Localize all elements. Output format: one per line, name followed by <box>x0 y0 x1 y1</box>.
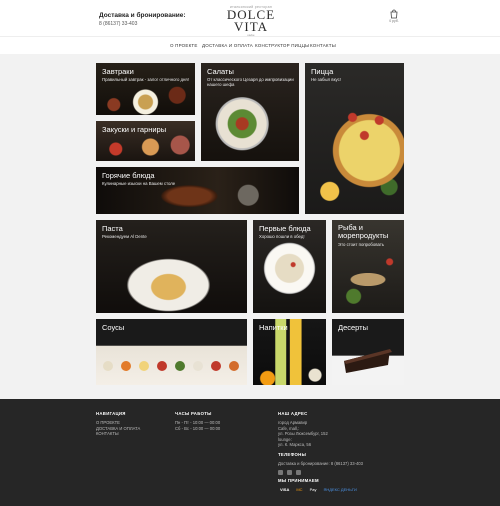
cart-icon <box>390 9 398 19</box>
category-salads[interactable]: Салаты От классического Цезаря до импров… <box>201 63 299 161</box>
address-line: ул. К. Маркса, 56 <box>278 442 312 448</box>
hours-weekdays: Пн - Пт - 10:00 — 00:00 <box>175 420 221 425</box>
main-nav: О ПРОЕКТЕ ДОСТАВКА И ОПЛАТА КОНСТРУКТОР … <box>0 36 500 54</box>
category-sauces[interactable]: Соусы <box>96 319 247 385</box>
tile-title: Салаты <box>207 67 234 76</box>
category-hot-dishes[interactable]: Горячие блюда Кулинарные изыски на Вашем… <box>96 167 299 214</box>
tile-desc: Рекомендуем Al Dente <box>102 234 147 239</box>
delivery-phone[interactable]: 8 (86137) 33-403 <box>99 21 186 27</box>
nav-delivery[interactable]: ДОСТАВКА И ОПЛАТА <box>202 43 253 48</box>
tile-title: Рыба и морепродукты <box>338 223 389 240</box>
yandex-money-logo: ЯНДЕКС ДЕНЬГИ <box>323 486 357 492</box>
tile-title: Пицца <box>311 67 334 76</box>
footer-link-contacts[interactable]: КОНТАКТЫ <box>96 431 140 437</box>
cart-button[interactable]: 0 руб. <box>387 9 401 23</box>
footer-hours: ЧАСЫ РАБОТЫ Пн - Пт - 10:00 — 00:00 Сб -… <box>175 411 220 431</box>
category-desserts[interactable]: Десерты <box>332 319 404 385</box>
site-footer: НАВИГАЦИЯ О ПРОЕКТЕ ДОСТАВКА И ОПЛАТА КО… <box>0 399 500 506</box>
site-logo[interactable]: итальянский ресторан DOLCE VITA кафе <box>216 5 286 37</box>
footer-phone[interactable]: Доставка и бронирование: 8 (86137) 33-40… <box>278 461 363 467</box>
category-soups[interactable]: Первые блюда Хорошо пошли в обед! <box>253 220 326 313</box>
footer-phones-heading: ТЕЛЕФОНЫ <box>278 451 307 457</box>
category-appetizers[interactable]: Закуски и гарниры <box>96 121 195 161</box>
nav-contacts[interactable]: КОНТАКТЫ <box>310 43 336 48</box>
footer-nav: НАВИГАЦИЯ О ПРОЕКТЕ ДОСТАВКА И ОПЛАТА КО… <box>96 411 140 437</box>
logo-name: DOLCE VITA <box>226 7 276 34</box>
hours-weekend: Сб - Вс - 10:00 — 00:00 <box>175 425 221 431</box>
tile-desc: Это стоит попробовать <box>338 242 385 247</box>
tile-desc: От классического Цезаря до импровизации … <box>207 77 294 87</box>
tile-title: Закуски и гарниры <box>102 125 167 134</box>
tile-desc: Не забыл вкус! <box>311 77 341 82</box>
delivery-info: Доставка и бронирование: 8 (86137) 33-40… <box>99 12 186 27</box>
tile-title: Первые блюда <box>259 224 311 233</box>
sauce-bowls-image <box>103 361 239 371</box>
category-breakfast[interactable]: Завтраки Правильный завтрак - залог отли… <box>96 63 195 115</box>
tile-desc: Кулинарные изыски на Вашем столе <box>102 181 176 186</box>
vk-icon[interactable] <box>278 469 283 475</box>
tile-title: Горячие блюда <box>102 171 155 180</box>
site-header: Доставка и бронирование: 8 (86137) 33-40… <box>0 0 500 37</box>
mastercard-logo: MC <box>296 486 303 492</box>
tile-title: Паста <box>102 224 123 233</box>
cake-slice-image <box>344 349 392 373</box>
visa-logo: VISA <box>280 486 290 492</box>
category-pasta[interactable]: Паста Рекомендуем Al Dente <box>96 220 247 313</box>
category-fish[interactable]: Рыба и морепродукты Это стоит попробоват… <box>332 220 404 313</box>
category-drinks[interactable]: Напитки <box>253 319 326 385</box>
footer-address: НАШ АДРЕС город Армавир Cafe, mall,: ул.… <box>278 411 363 492</box>
social-links <box>278 469 363 475</box>
footer-nav-heading: НАВИГАЦИЯ <box>96 411 126 416</box>
footer-address-heading: НАШ АДРЕС <box>278 411 308 416</box>
category-pizza[interactable]: Пицца Не забыл вкус! <box>305 63 404 214</box>
odnoklassniki-icon[interactable] <box>296 469 301 475</box>
nav-pizza-builder[interactable]: КОНСТРУКТОР ПИЦЦЫ <box>255 43 309 48</box>
delivery-label: Доставка и бронирование: <box>99 12 186 19</box>
cart-total: 0 руб. <box>389 19 399 23</box>
payment-methods: VISA MC Pay ЯНДЕКС ДЕНЬГИ <box>278 487 363 492</box>
tile-title: Напитки <box>259 323 288 332</box>
apple-pay-logo: Pay <box>309 486 317 492</box>
nav-about[interactable]: О ПРОЕКТЕ <box>170 43 198 48</box>
instagram-icon[interactable] <box>287 469 292 475</box>
footer-payment-heading: МЫ ПРИНИМАЕМ <box>278 477 319 483</box>
footer-hours-heading: ЧАСЫ РАБОТЫ <box>175 411 212 416</box>
tile-desc: Хорошо пошли в обед! <box>259 234 305 239</box>
tile-title: Завтраки <box>102 67 134 76</box>
tile-desc: Правильный завтрак - залог отличного дня… <box>102 77 189 82</box>
